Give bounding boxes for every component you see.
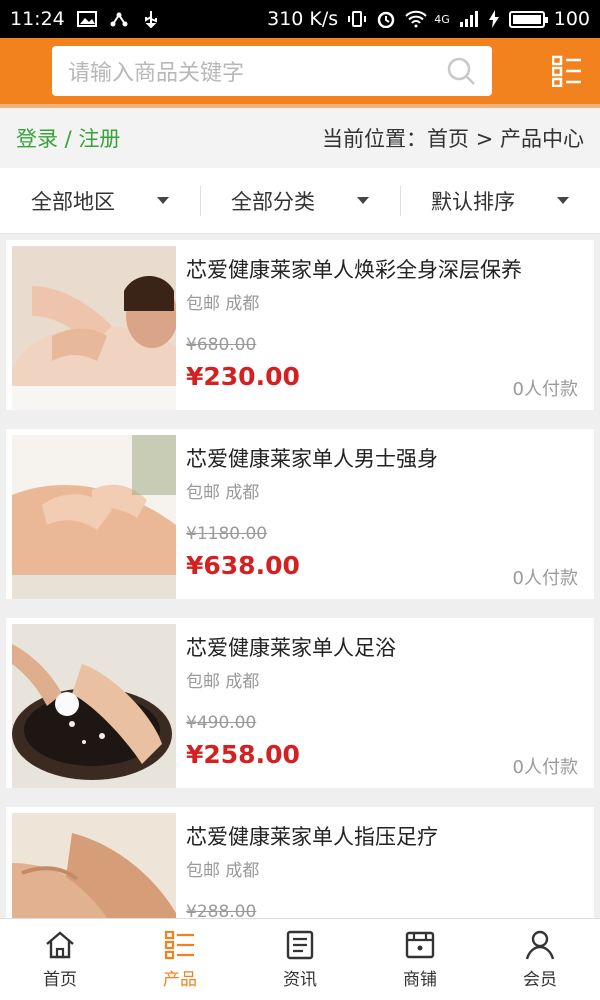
home-icon xyxy=(46,931,74,959)
tab-label: 首页 xyxy=(43,970,77,990)
product-card[interactable]: 芯爱健康莱家单人焕彩全身深层保养 包邮 成都 ¥680.00 ¥230.00 0… xyxy=(6,240,594,410)
filter-region[interactable]: 全部地区 xyxy=(0,168,200,233)
filter-label: 默认排序 xyxy=(431,189,515,214)
payment-count: 0人付款 xyxy=(512,568,578,589)
alarm-icon xyxy=(376,10,396,29)
shop-icon xyxy=(405,931,435,959)
product-title: 芯爱健康莱家单人指压足疗 xyxy=(186,825,438,849)
product-card[interactable]: 芯爱健康莱家单人指压足疗 包邮 成都 ¥288.00 xyxy=(6,807,594,918)
tab-label: 产品 xyxy=(163,970,197,990)
filter-sort[interactable]: 默认排序 xyxy=(400,168,600,233)
product-shipping: 包邮 成都 xyxy=(186,294,260,314)
product-title: 芯爱健康莱家单人足浴 xyxy=(186,636,396,660)
tab-member[interactable]: 会员 xyxy=(480,919,600,1000)
search-box[interactable]: 请输入商品关键字 xyxy=(52,46,492,96)
product-shipping: 包邮 成都 xyxy=(186,483,260,503)
product-shipping: 包邮 成都 xyxy=(186,672,260,692)
breadcrumb-bar: 登录 / 注册 当前位置：首页 > 产品中心 xyxy=(0,108,600,168)
sale-price: ¥258.00 xyxy=(186,740,300,769)
share-icon xyxy=(109,10,129,28)
original-price: ¥680.00 xyxy=(186,335,257,355)
filter-label: 全部分类 xyxy=(231,189,315,214)
wifi-icon xyxy=(405,10,427,28)
tab-products[interactable]: 产品 xyxy=(120,919,240,1000)
battery-icon xyxy=(508,10,548,28)
vibrate-icon xyxy=(347,10,367,28)
sale-price: ¥230.00 xyxy=(186,362,300,391)
filter-label: 全部地区 xyxy=(31,189,115,214)
tab-home[interactable]: 首页 xyxy=(0,919,120,1000)
tab-shop[interactable]: 商铺 xyxy=(360,919,480,1000)
menu-list-icon[interactable] xyxy=(551,55,582,88)
product-image-foot-bath xyxy=(12,624,176,788)
product-title: 芯爱健康莱家单人焕彩全身深层保养 xyxy=(186,258,522,282)
network-type: 4G xyxy=(434,12,450,26)
tab-news[interactable]: 资讯 xyxy=(240,919,360,1000)
news-icon xyxy=(286,930,314,960)
payment-count: 0人付款 xyxy=(512,379,578,400)
product-image-foot-massage xyxy=(12,813,176,918)
product-shipping: 包邮 成都 xyxy=(186,861,260,881)
usb-icon xyxy=(141,10,161,29)
tab-label: 会员 xyxy=(523,970,557,990)
original-price: ¥1180.00 xyxy=(186,524,268,544)
product-card[interactable]: 芯爱健康莱家单人足浴 包邮 成都 ¥490.00 ¥258.00 0人付款 xyxy=(6,618,594,788)
caret-down-icon xyxy=(557,197,569,204)
original-price: ¥490.00 xyxy=(186,713,257,733)
filter-category[interactable]: 全部分类 xyxy=(200,168,400,233)
product-list: 芯爱健康莱家单人焕彩全身深层保养 包邮 成都 ¥680.00 ¥230.00 0… xyxy=(0,234,600,918)
signal-icon xyxy=(459,10,479,28)
product-image-back-massage xyxy=(12,435,176,599)
filter-bar: 全部地区 全部分类 默认排序 xyxy=(0,168,600,234)
net-speed: 310 K/s xyxy=(267,8,339,30)
caret-down-icon xyxy=(157,197,169,204)
caret-down-icon xyxy=(357,197,369,204)
login-register-link[interactable]: 登录 / 注册 xyxy=(16,123,120,153)
list-icon xyxy=(164,930,194,960)
tab-label: 资讯 xyxy=(283,970,317,990)
product-card[interactable]: 芯爱健康莱家单人男士强身 包邮 成都 ¥1180.00 ¥638.00 0人付款 xyxy=(6,429,594,599)
user-icon xyxy=(525,930,555,960)
tab-label: 商铺 xyxy=(403,970,437,990)
product-title: 芯爱健康莱家单人男士强身 xyxy=(186,447,438,471)
battery-level: 100 xyxy=(553,8,590,30)
sale-price: ¥638.00 xyxy=(186,551,300,580)
header-bar: 请输入商品关键字 xyxy=(0,38,600,104)
original-price: ¥288.00 xyxy=(186,902,257,918)
image-icon xyxy=(76,10,97,28)
payment-count: 0人付款 xyxy=(512,757,578,778)
status-bar: 11:24 310 K/s 4G 100 xyxy=(0,0,600,38)
charging-icon xyxy=(488,10,500,28)
breadcrumb: 当前位置：首页 > 产品中心 xyxy=(322,127,584,151)
bottom-tab-bar: 首页 产品 资讯 商铺 会员 xyxy=(0,918,600,1000)
product-image-massage xyxy=(12,246,176,410)
status-time: 11:24 xyxy=(10,8,65,30)
